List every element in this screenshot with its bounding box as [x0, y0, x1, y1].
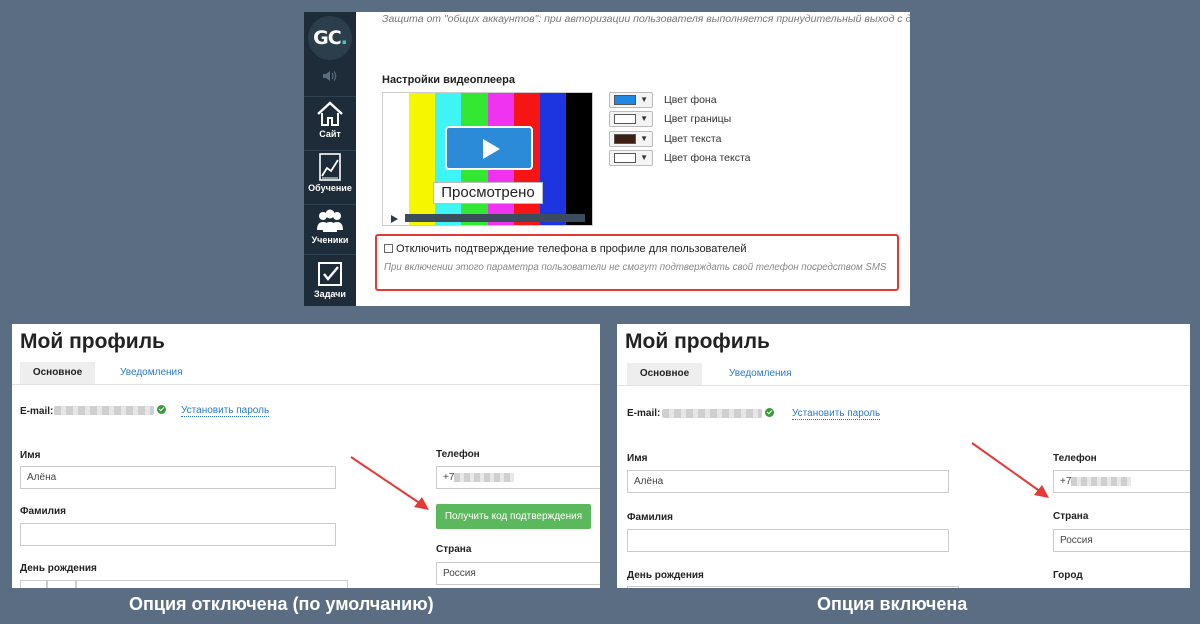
color-bar: [565, 93, 592, 225]
settings-panel: GC. Сайт Обучение Ученики Задачи Защита …: [304, 12, 910, 306]
sidebar-item-learning[interactable]: Обучение: [304, 152, 356, 204]
disable-phone-confirmation-label[interactable]: Отключить подтверждение телефона в профи…: [396, 243, 747, 255]
disable-phone-confirmation-checkbox[interactable]: [384, 244, 393, 253]
color-swatch: [614, 134, 636, 144]
caption-option-enabled: Опция включена: [817, 594, 968, 614]
color-picker-button[interactable]: ▼: [609, 92, 653, 108]
color-bar: [409, 93, 436, 225]
color-picker-button[interactable]: ▼: [609, 131, 653, 147]
color-setting-text-background: ▼ Цвет фона текста: [609, 150, 751, 166]
app-logo[interactable]: GC.: [308, 16, 352, 60]
dropdown-arrow-icon: ▼: [640, 95, 648, 104]
color-setting-background: ▼ Цвет фона: [609, 92, 717, 108]
profile-panel-option-enabled: Мой профиль Основное Уведомления E-mail:…: [617, 324, 1190, 588]
sidebar-item-tasks[interactable]: Задачи: [304, 260, 356, 306]
sidebar-item-students[interactable]: Ученики: [304, 208, 356, 260]
color-setting-border: ▼ Цвет границы: [609, 111, 731, 127]
control-play-icon[interactable]: [391, 215, 398, 223]
color-picker-button[interactable]: ▼: [609, 111, 653, 127]
color-setting-label: Цвет текста: [664, 133, 722, 145]
sidebar-item-label: Ученики: [311, 235, 349, 245]
phone-confirmation-option-highlight: Отключить подтверждение телефона в профи…: [375, 234, 899, 291]
account-sharing-notice: Защита от "общих аккаунтов": при авториз…: [382, 13, 910, 25]
speaker-icon[interactable]: [321, 70, 339, 82]
dropdown-arrow-icon: ▼: [640, 153, 648, 162]
play-button[interactable]: [445, 126, 533, 170]
red-arrow-annotation: [350, 456, 429, 510]
progress-bar[interactable]: [405, 214, 585, 222]
play-icon: [483, 139, 500, 159]
color-setting-label: Цвет границы: [664, 113, 732, 125]
color-bar: [383, 93, 410, 225]
caption-option-disabled: Опция отключена (по умолчанию): [129, 594, 434, 614]
red-arrow-annotation: [971, 442, 1049, 498]
sidebar-item-label: Сайт: [319, 129, 341, 139]
video-player-preview: Просмотрено: [382, 92, 593, 226]
color-setting-label: Цвет фона текста: [664, 152, 751, 164]
color-swatch: [614, 153, 636, 163]
color-picker-button[interactable]: ▼: [609, 150, 653, 166]
watched-label: Просмотрено: [433, 182, 543, 204]
color-setting-text: ▼ Цвет текста: [609, 131, 721, 147]
option-hint: При включении этого параметра пользовате…: [384, 262, 887, 273]
sidebar-item-label: Обучение: [308, 183, 352, 193]
users-icon: [317, 209, 343, 232]
dropdown-arrow-icon: ▼: [640, 114, 648, 123]
checkbox-icon: [318, 262, 342, 286]
color-setting-label: Цвет фона: [664, 94, 717, 106]
home-icon: [317, 101, 343, 126]
profile-panel-option-disabled: Мой профиль Основное Уведомления E-mail:…: [12, 324, 600, 588]
sidebar-item-site[interactable]: Сайт: [304, 100, 356, 152]
sidebar: GC. Сайт Обучение Ученики Задачи: [304, 12, 356, 306]
dropdown-arrow-icon: ▼: [640, 134, 648, 143]
chart-icon: [319, 153, 341, 181]
sidebar-item-label: Задачи: [314, 289, 346, 299]
color-swatch: [614, 114, 636, 124]
color-swatch: [614, 95, 636, 105]
color-bar: [539, 93, 566, 225]
video-player-settings-title: Настройки видеоплеера: [382, 74, 515, 86]
